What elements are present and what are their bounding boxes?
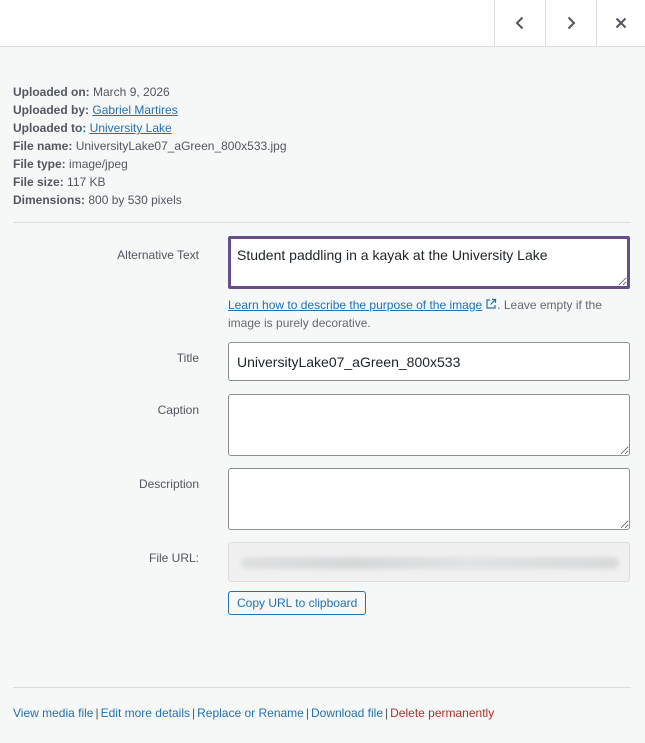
alt-text-help: Learn how to describe the purpose of the… [228,296,630,332]
uploaded-to-link[interactable]: University Lake [90,121,172,135]
divider-bottom [13,687,631,688]
uploaded-to-label: Uploaded to: [13,121,87,135]
close-button[interactable] [596,0,645,46]
modal-header [0,0,645,47]
file-name-value: UniversityLake07_aGreen_800x533.jpg [75,139,287,153]
description-label: Description [138,477,199,491]
title-field[interactable] [228,342,630,381]
file-url-label: File URL: [148,551,199,565]
dimensions-value: 800 by 530 pixels [88,193,182,207]
previous-button[interactable] [494,0,545,46]
file-url-redacted [241,557,619,569]
file-type-row: File type: image/jpeg [13,155,287,173]
attachment-actions: View media file | Edit more details | Replac… [13,705,494,721]
uploaded-on-row: Uploaded on: March 9, 2026 [13,83,287,101]
alt-text-help-link-text: Learn how to describe the purpose of the… [228,298,483,312]
title-label: Title [176,351,199,365]
dimensions-label: Dimensions: [13,193,86,207]
description-field[interactable] [228,468,630,530]
next-button[interactable] [545,0,596,46]
copy-url-button[interactable]: Copy URL to clipboard [228,591,367,615]
replace-rename-link[interactable]: Replace or Rename [197,706,304,720]
alt-text-label: Alternative Text [117,248,199,262]
view-media-file-link[interactable]: View media file [13,706,93,720]
file-name-row: File name: UniversityLake07_aGreen_800x5… [13,137,287,155]
chevron-left-icon [515,16,524,30]
uploaded-by-link[interactable]: Gabriel Martires [92,103,177,117]
caption-label: Caption [157,403,199,417]
external-link-icon [486,298,497,309]
dimensions-row: Dimensions: 800 by 530 pixels [13,191,287,209]
file-name-label: File name: [13,139,73,153]
divider-top [13,222,631,223]
delete-permanently-link[interactable]: Delete permanently [390,706,494,720]
uploaded-by-label: Uploaded by: [13,103,90,117]
alt-text-help-link[interactable]: Learn how to describe the purpose of the… [228,298,497,312]
file-url-field[interactable] [228,542,630,582]
uploaded-on-label: Uploaded on: [13,85,90,99]
file-size-label: File size: [13,175,64,189]
file-size-value: 117 KB [67,175,106,189]
caption-field[interactable] [228,394,630,456]
uploaded-by-row: Uploaded by: Gabriel Martires [13,101,287,119]
file-type-label: File type: [13,157,66,171]
file-type-value: image/jpeg [69,157,128,171]
file-details: Uploaded on: March 9, 2026 Uploaded by: … [13,83,287,209]
uploaded-on-value: March 9, 2026 [93,85,170,99]
download-file-link[interactable]: Download file [311,706,383,720]
action-separator: | [95,706,99,720]
file-size-row: File size: 117 KB [13,173,287,191]
action-separator: | [305,706,309,720]
uploaded-to-row: Uploaded to: University Lake [13,119,287,137]
chevron-right-icon [567,16,576,30]
close-icon [615,17,627,29]
edit-details-link[interactable]: Edit more details [101,706,190,720]
alt-text-field[interactable]: Student paddling in a kayak at the Unive… [228,236,630,289]
